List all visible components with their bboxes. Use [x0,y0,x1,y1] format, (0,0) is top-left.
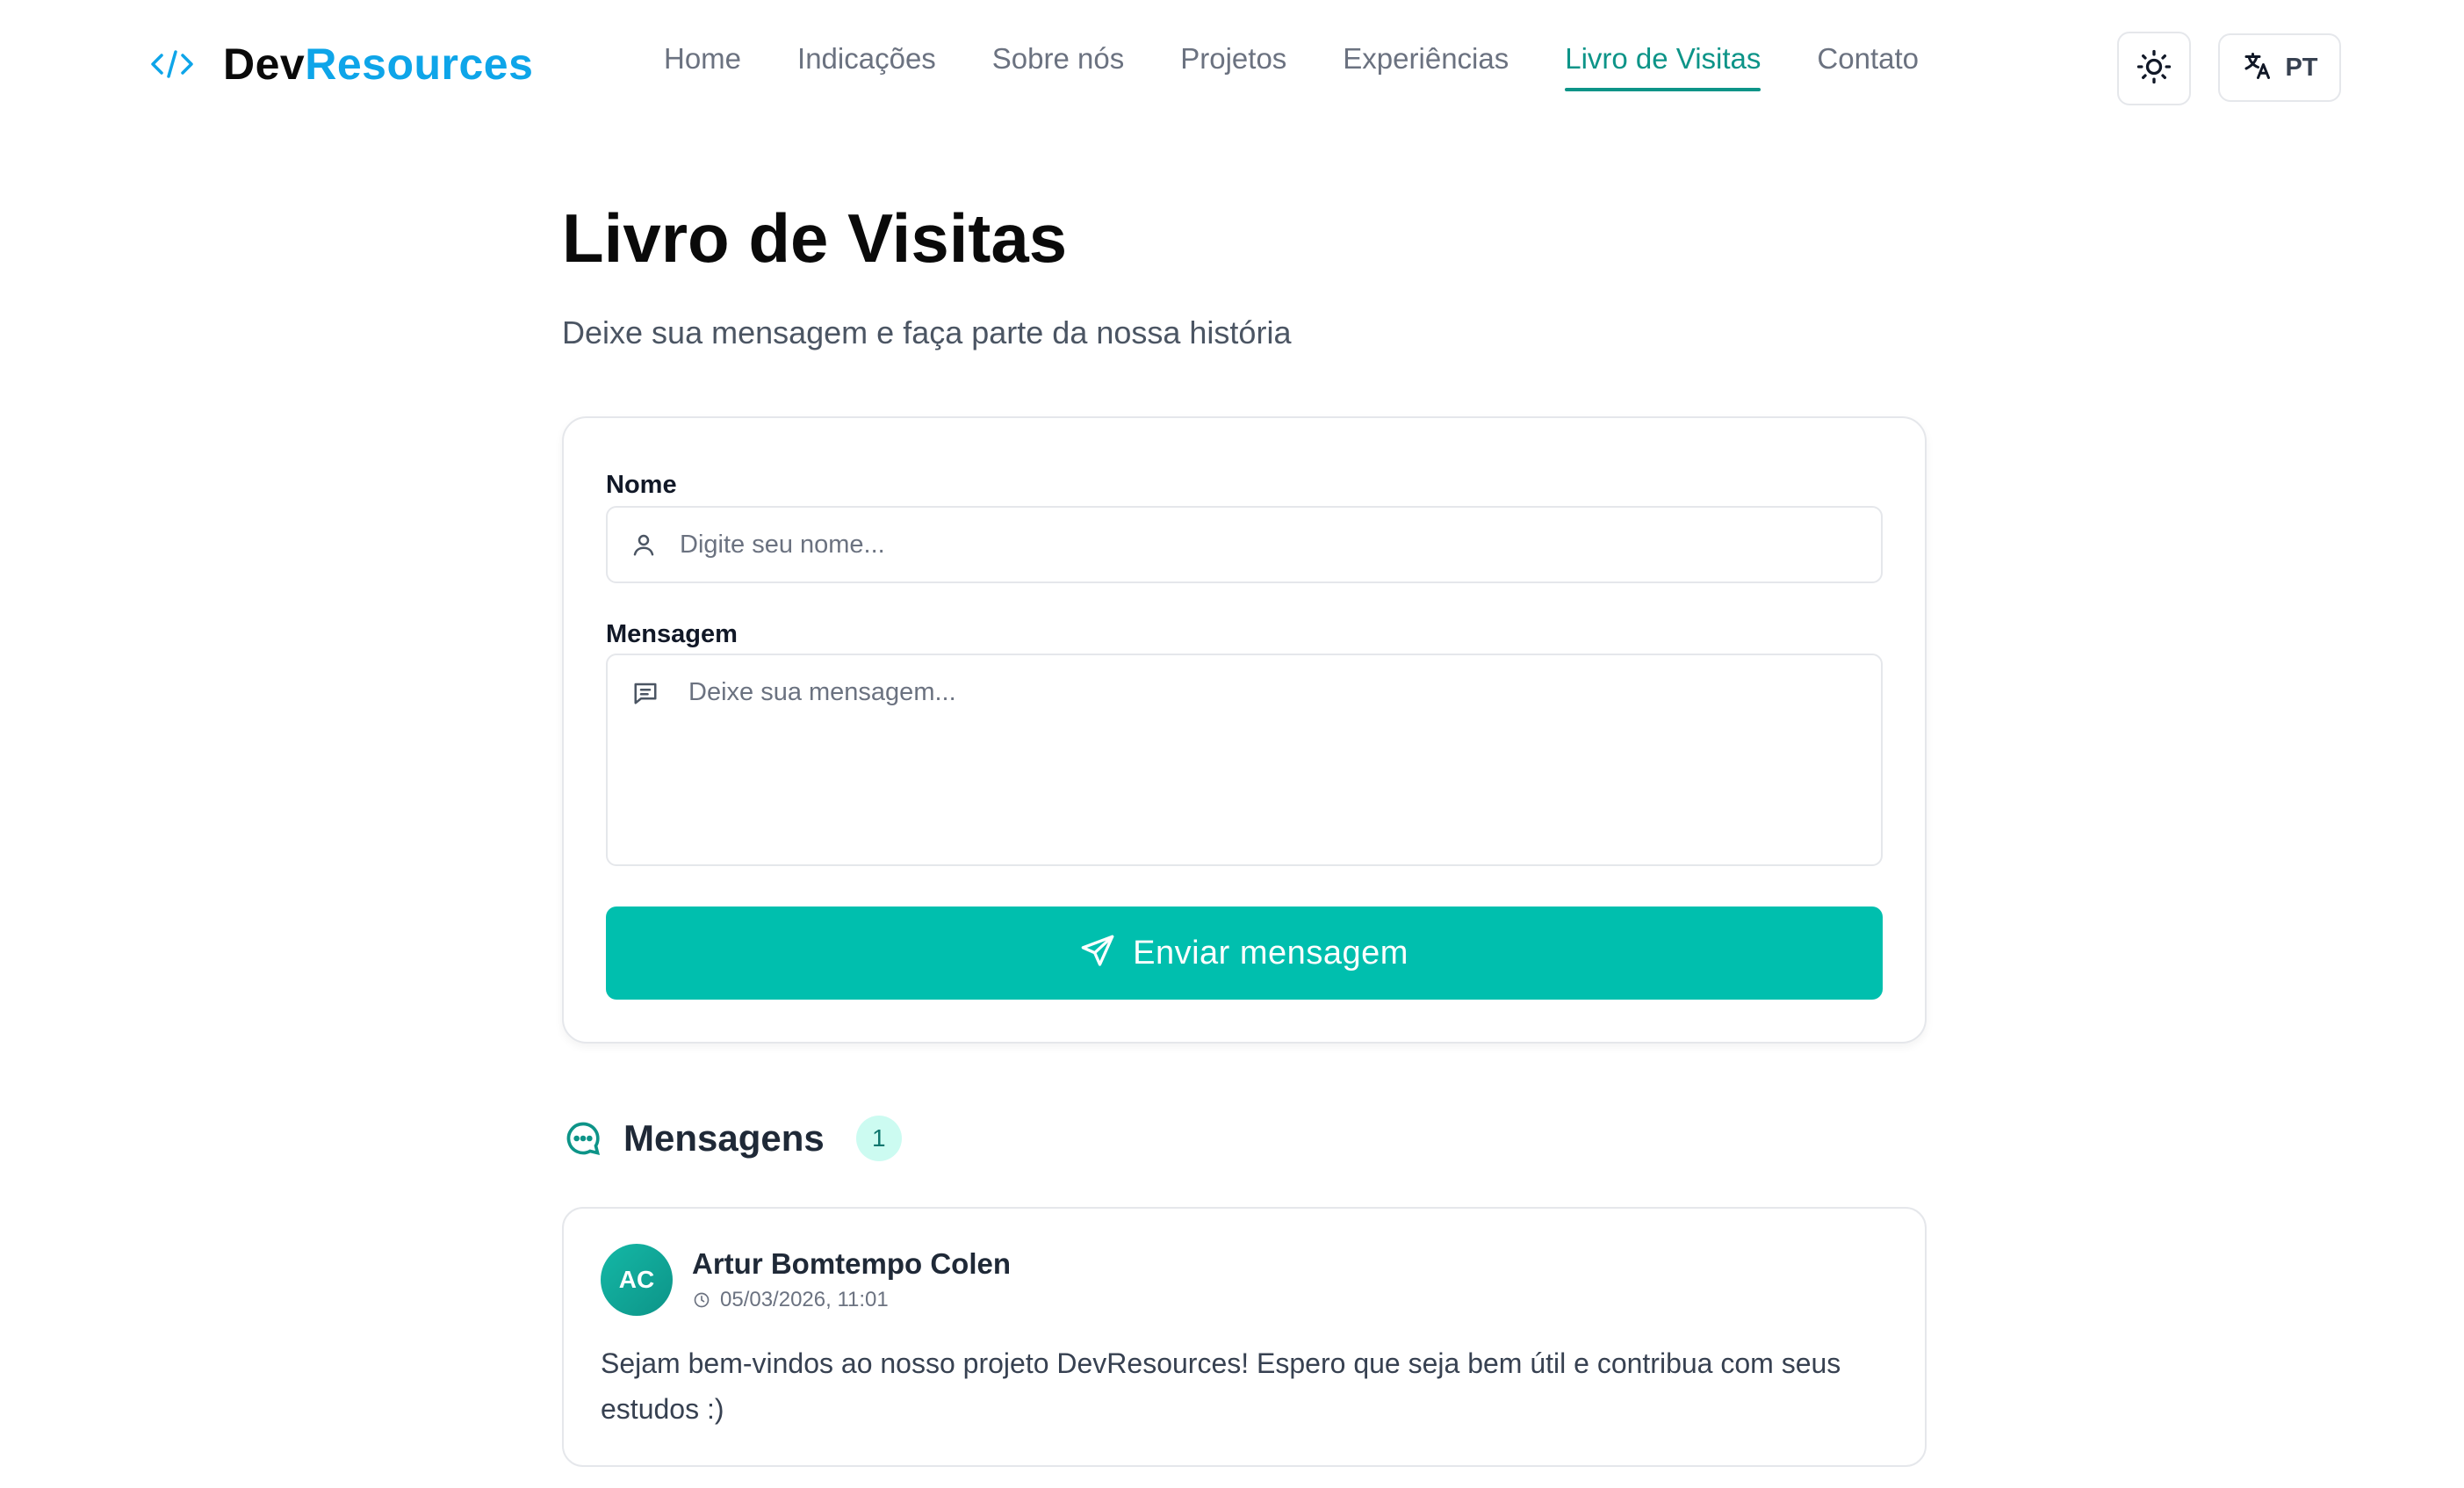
nav-item-projetos[interactable]: Projetos [1180,42,1286,91]
name-label: Nome [606,471,677,499]
message-meta: 05/03/2026, 11:01 [692,1288,889,1312]
theme-toggle-button[interactable] [2117,32,2191,105]
nav-item-contato[interactable]: Contato [1817,42,1919,91]
name-input[interactable]: Digite seu nome... [606,506,1883,583]
guestbook-form: Nome Digite seu nome... Mensagem Deixe s… [562,416,1927,1044]
chat-bubble-icon [562,1117,604,1159]
send-message-button[interactable]: Enviar mensagem [606,907,1883,1000]
send-button-label: Enviar mensagem [1133,934,1409,972]
brand-suffix: Resources [305,40,534,89]
message-textarea[interactable]: Deixe sua mensagem... [606,654,1883,866]
message-author: Artur Bomtempo Colen [692,1247,1011,1280]
message-textarea-placeholder: Deixe sua mensagem... [688,678,956,706]
brand-prefix: Dev [223,40,306,89]
nav-item-sobre-nos[interactable]: Sobre nós [992,42,1124,91]
brand-logo[interactable]: DevResources [148,39,533,90]
main-nav: Home Indicações Sobre nós Projetos Exper… [664,42,1975,91]
nav-item-experiencias[interactable]: Experiências [1343,42,1509,91]
language-label: PT [2285,53,2318,82]
translate-icon [2241,50,2273,86]
sun-icon [2136,49,2172,89]
messages-title: Mensagens [623,1117,825,1159]
avatar: AC [601,1244,673,1316]
code-icon [148,40,197,89]
message-card: AC Artur Bomtempo Colen 05/03/2026, 11:0… [562,1207,1927,1467]
language-switch-button[interactable]: PT [2218,33,2341,102]
page-subtitle: Deixe sua mensagem e faça parte da nossa… [562,314,1292,350]
message-timestamp: 05/03/2026, 11:01 [720,1288,889,1311]
nav-item-home[interactable]: Home [664,42,741,91]
page-title: Livro de Visitas [562,199,1068,277]
site-header: DevResources Home Indicações Sobre nós P… [0,0,2464,132]
brand-name: DevResources [223,39,533,90]
messages-header: Mensagens 1 [562,1112,902,1165]
send-icon [1080,934,1115,973]
nav-item-livro-de-visitas[interactable]: Livro de Visitas [1565,42,1762,91]
message-square-icon [630,678,660,708]
nav-item-indicacoes[interactable]: Indicações [797,42,936,91]
user-icon [629,530,659,560]
clock-icon [692,1290,711,1310]
message-label: Mensagem [606,620,738,648]
message-text: Sejam bem-vindos ao nosso projeto DevRes… [601,1347,1841,1425]
name-input-placeholder: Digite seu nome... [680,530,885,559]
messages-count-badge: 1 [855,1116,902,1161]
